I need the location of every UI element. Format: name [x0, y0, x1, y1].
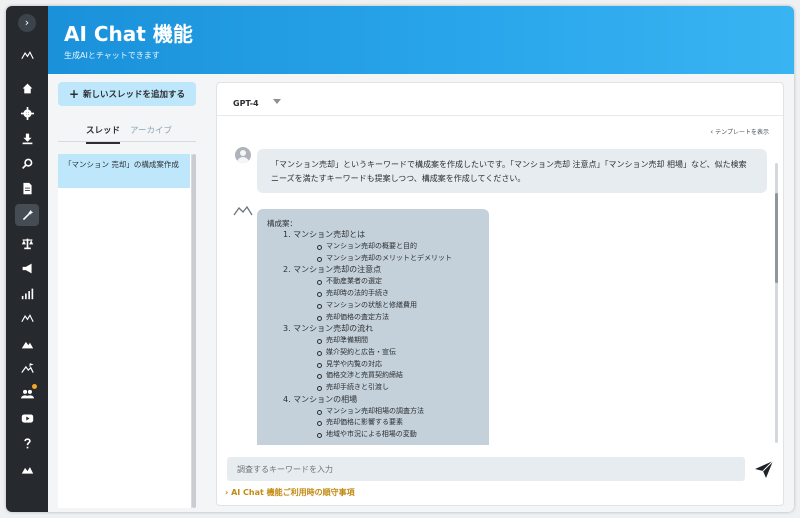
scale-icon[interactable] [6, 232, 48, 254]
outline-section: 1. マンション売却とは マンション売却の概要と目的 マンション売却のメリットと… [283, 229, 479, 264]
caret-down-icon[interactable] [273, 99, 281, 104]
section-heading: 3. マンション売却の流れ [283, 324, 374, 334]
tab-thread[interactable]: スレッド [86, 124, 121, 144]
outline-section: 4. マンションの相場 マンション売却相場の調査方法 売却価格に影響する要素 地… [283, 394, 479, 441]
section-item: マンション売却の概要と目的 [317, 241, 479, 253]
section-item: 売却準備期間 [317, 335, 479, 347]
thread-scrollbar[interactable] [192, 154, 196, 508]
thread-item-selected[interactable]: 「マンション 売却」の構成案作成 [58, 154, 190, 188]
outline-section: 2. マンション売却の注意点 不動産業者の選定 売却時の法的手続き マンションの… [283, 264, 479, 323]
section-item: 売却手続きと引渡し [317, 382, 479, 394]
gear-icon[interactable] [6, 102, 48, 124]
app-window: › AI Chat 機能 生成AIとチャットできます + 新しいスレッドを追加す… [6, 6, 794, 512]
plus-icon: + [68, 87, 80, 101]
notification-badge [32, 384, 37, 389]
ai-avatar-icon [233, 205, 253, 216]
user-avatar-icon [235, 147, 251, 163]
help-icon[interactable] [6, 432, 48, 454]
thread-panel: + 新しいスレッドを追加する スレッド アーカイブ 「マンション 売却」の構成案… [58, 82, 206, 512]
add-thread-label: 新しいスレッドを追加する [83, 90, 186, 100]
tab-archive[interactable]: アーカイブ [130, 124, 172, 136]
section-item: マンションの状態と修繕費用 [317, 300, 479, 312]
usage-rules-label: AI Chat 機能ご利用時の順守事項 [231, 488, 355, 497]
logo-icon[interactable] [6, 44, 48, 66]
download-icon[interactable] [6, 127, 48, 149]
section-heading: 4. マンションの相場 [283, 394, 358, 404]
thread-tabs: スレッド アーカイブ [58, 122, 196, 144]
message-list: 「マンション売却」というキーワードで構成案を作成したいです。「マンション売却 注… [217, 139, 783, 445]
flag-mountain-icon[interactable] [6, 357, 48, 379]
send-icon[interactable] [753, 458, 775, 480]
divider [217, 115, 783, 116]
outline-section: 3. マンション売却の流れ 売却準備期間 媒介契約と広告・宣伝 見学や内覧の対応… [283, 323, 479, 394]
add-thread-button[interactable]: + 新しいスレッドを追加する [58, 82, 196, 106]
home-icon[interactable] [6, 77, 48, 99]
section-item: 見学や内覧の対応 [317, 359, 479, 371]
show-template-link[interactable]: ‹ テンプレートを表示 [710, 127, 769, 136]
thread-list: 「マンション 売却」の構成案作成 [58, 154, 192, 508]
team-icon[interactable] [6, 382, 48, 404]
section-item: 売却価格の査定方法 [317, 312, 479, 324]
page-header: AI Chat 機能 生成AIとチャットできます [48, 6, 794, 74]
section-item: 売却時の法的手続き [317, 288, 479, 300]
show-template-label: テンプレートを表示 [715, 129, 769, 136]
user-message: 「マンション売却」というキーワードで構成案を作成したいです。「マンション売却 注… [257, 149, 767, 193]
section-item: マンション売却相場の調査方法 [317, 406, 479, 418]
section-item: 価格交渉と売買契約締結 [317, 370, 479, 382]
section-item: 不動産業者の選定 [317, 276, 479, 288]
chevron-right-icon: › [24, 16, 30, 29]
document-icon[interactable] [6, 177, 48, 199]
icon-rail: › [6, 6, 48, 512]
magic-wand-icon[interactable] [6, 204, 48, 226]
chat-scrollbar[interactable] [775, 163, 778, 443]
section-heading: 1. マンション売却とは [283, 230, 366, 239]
section-item: マンション売却のメリットとデメリット [317, 253, 479, 265]
signal-bars-icon[interactable] [6, 282, 48, 304]
rail-toggle-button[interactable]: › [18, 14, 36, 32]
chevron-left-icon: ‹ [710, 128, 714, 136]
page-title: AI Chat 機能 [64, 22, 193, 46]
youtube-icon[interactable] [6, 407, 48, 429]
section-item: 地域や市況による相場の変動 [317, 429, 479, 441]
mountain-logo-icon[interactable] [6, 307, 48, 329]
model-select[interactable]: GPT-4 [233, 99, 259, 108]
usage-rules-link[interactable]: › AI Chat 機能ご利用時の順守事項 [225, 487, 355, 498]
section-item: 媒介契約と広告・宣伝 [317, 347, 479, 359]
scrollbar-thumb[interactable] [775, 193, 778, 283]
megaphone-icon[interactable] [6, 257, 48, 279]
outline-title: 構成案： [267, 219, 297, 228]
mountain-range-icon[interactable] [6, 458, 48, 480]
section-heading: 2. マンション売却の注意点 [283, 265, 382, 275]
section-item: 売却価格に影響する要素 [317, 417, 479, 429]
search-icon[interactable] [6, 152, 48, 174]
keyword-input[interactable] [227, 457, 745, 481]
landscape-icon[interactable] [6, 332, 48, 354]
page-subtitle: 生成AIとチャットできます [64, 51, 160, 60]
chat-panel: GPT-4 ‹ テンプレートを表示 「マンション売却」というキーワードで構成案を作… [216, 82, 784, 506]
ai-message: 構成案： 1. マンション売却とは マンション売却の概要と目的 マンション売却の… [257, 209, 489, 445]
